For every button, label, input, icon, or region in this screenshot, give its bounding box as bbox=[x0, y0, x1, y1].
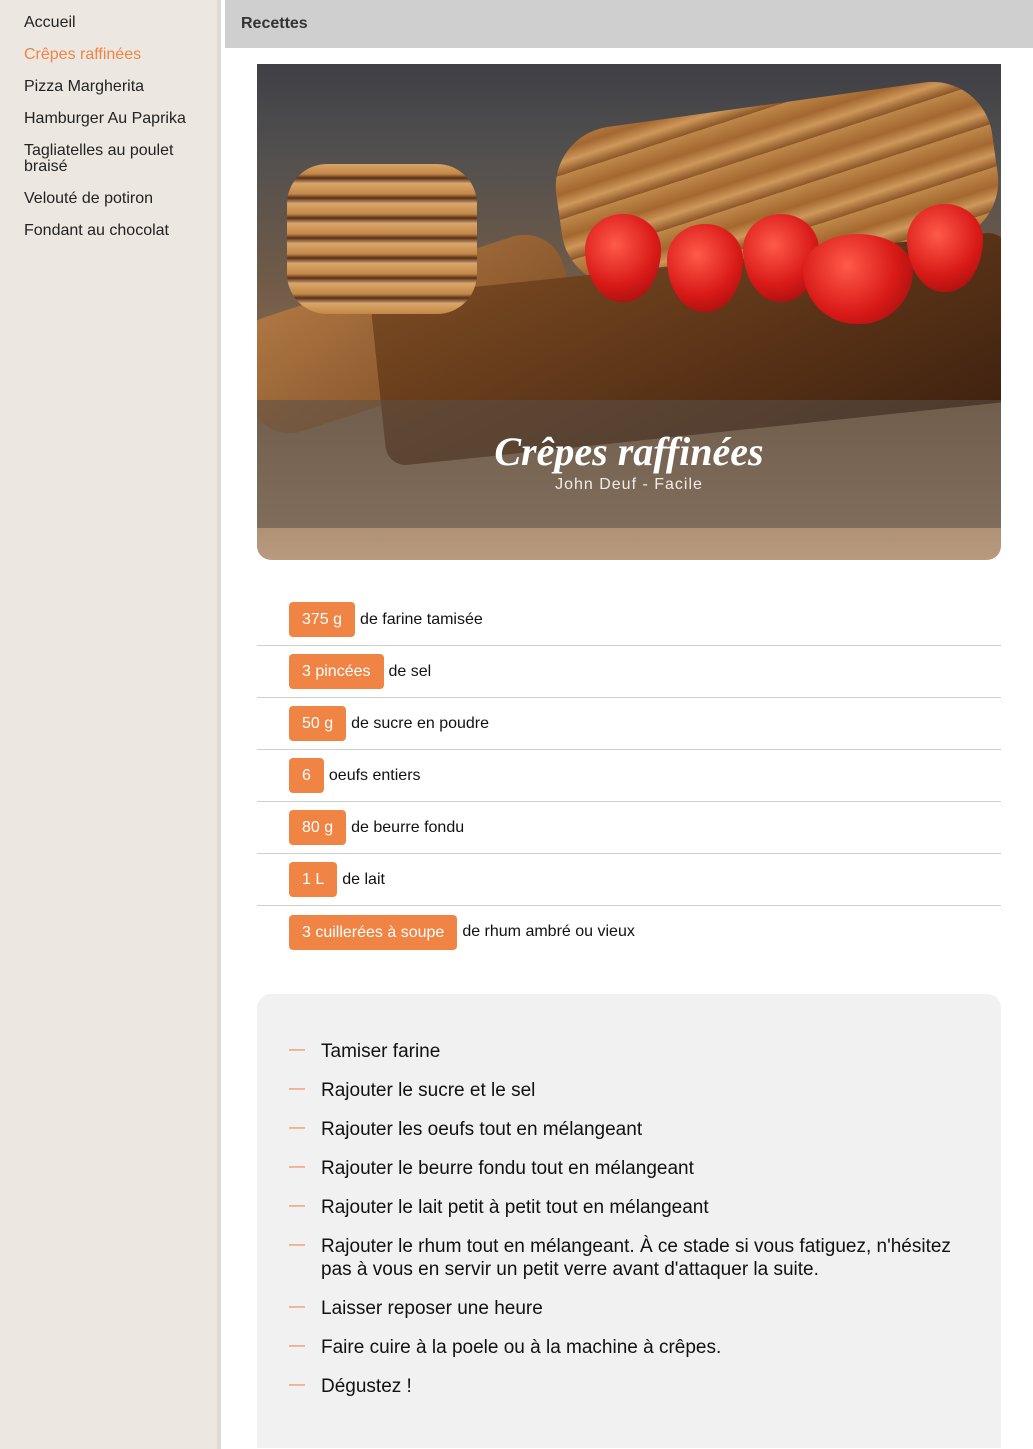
ingredient-quantity-badge: 375 g bbox=[289, 602, 356, 637]
ingredient-quantity-badge: 3 pincées bbox=[289, 654, 384, 689]
dash-icon: — bbox=[289, 1337, 305, 1354]
top-bar: Recettes bbox=[225, 0, 1033, 48]
dash-icon: — bbox=[289, 1119, 305, 1136]
dash-icon: — bbox=[289, 1376, 305, 1393]
ingredient-item: 6 oeufs entiers bbox=[257, 750, 1001, 802]
sidebar-item-tagliatelles[interactable]: Tagliatelles au poulet braisé bbox=[0, 143, 217, 175]
step-item: — Rajouter les oeufs tout en mélangeant bbox=[289, 1118, 969, 1141]
step-text: Tamiser farine bbox=[321, 1041, 441, 1062]
ingredient-quantity-badge: 1 L bbox=[289, 862, 338, 897]
step-item: — Rajouter le sucre et le sel bbox=[289, 1079, 969, 1102]
dash-icon: — bbox=[289, 1158, 305, 1175]
dash-icon: — bbox=[289, 1041, 305, 1058]
ingredient-item: 375 g de farine tamisée bbox=[257, 594, 1001, 646]
step-text: Rajouter le sucre et le sel bbox=[321, 1080, 536, 1101]
step-item: — Faire cuire à la poele ou à la machine … bbox=[289, 1336, 969, 1359]
steps-list: — Tamiser farine — Rajouter le sucre et le… bbox=[289, 1040, 969, 1398]
recipe-author-difficulty: John Deuf - Facile bbox=[555, 476, 703, 493]
sidebar-item-accueil[interactable]: Accueil bbox=[0, 15, 217, 31]
step-text: Dégustez ! bbox=[321, 1376, 412, 1397]
sidebar-item-crepes-raffinees[interactable]: Crêpes raffinées bbox=[0, 47, 217, 63]
ingredient-item: 50 g de sucre en poudre bbox=[257, 698, 1001, 750]
ingredients-list: 375 g de farine tamisée 3 pincées de sel 5… bbox=[257, 594, 1001, 958]
step-item: — Rajouter le beurre fondu tout en mélang… bbox=[289, 1157, 969, 1180]
sidebar-nav: Accueil Crêpes raffinées Pizza Margherit… bbox=[0, 0, 221, 1449]
ingredient-item: 80 g de beurre fondu bbox=[257, 802, 1001, 854]
ingredient-name: de sel bbox=[388, 662, 432, 680]
ingredient-name: de sucre en poudre bbox=[351, 714, 490, 732]
recipe-content: Crêpes raffinées John Deuf - Facile 375 … bbox=[257, 64, 1001, 1448]
ingredient-name: de farine tamisée bbox=[360, 610, 483, 628]
step-text: Rajouter le rhum tout en mélangeant. À c… bbox=[321, 1236, 951, 1280]
ingredient-quantity-badge: 6 bbox=[289, 758, 324, 793]
step-item: — Rajouter le rhum tout en mélangeant. À … bbox=[289, 1235, 969, 1281]
preparation-steps-panel: — Tamiser farine — Rajouter le sucre et le… bbox=[257, 994, 1001, 1448]
step-item: — Tamiser farine bbox=[289, 1040, 969, 1063]
dash-icon: — bbox=[289, 1080, 305, 1097]
ingredient-name: de beurre fondu bbox=[351, 818, 465, 836]
step-text: Rajouter les oeufs tout en mélangeant bbox=[321, 1119, 643, 1140]
ingredient-quantity-badge: 50 g bbox=[289, 706, 347, 741]
step-text: Faire cuire à la poele ou à la machine à… bbox=[321, 1337, 722, 1358]
ingredient-name: oeufs entiers bbox=[328, 766, 421, 784]
ingredient-name: de lait bbox=[342, 870, 385, 888]
step-item: — Laisser reposer une heure bbox=[289, 1297, 969, 1320]
ingredient-quantity-badge: 80 g bbox=[289, 810, 347, 845]
recipe-hero-image: Crêpes raffinées John Deuf - Facile bbox=[257, 64, 1001, 560]
pancake-stack-illustration bbox=[287, 164, 477, 314]
recipe-title: Crêpes raffinées bbox=[494, 429, 764, 474]
ingredient-quantity-badge: 3 cuillerées à soupe bbox=[289, 914, 458, 950]
hero-caption: Crêpes raffinées John Deuf - Facile bbox=[257, 400, 1001, 528]
step-text: Laisser reposer une heure bbox=[321, 1298, 543, 1319]
sidebar-item-pizza-margherita[interactable]: Pizza Margherita bbox=[0, 79, 217, 95]
dash-icon: — bbox=[289, 1298, 305, 1315]
step-text: Rajouter le lait petit à petit tout en m… bbox=[321, 1197, 709, 1218]
ingredient-item: 3 cuillerées à soupe de rhum ambré ou vie… bbox=[257, 906, 1001, 958]
ingredient-item: 1 Lde lait bbox=[257, 854, 1001, 906]
dash-icon: — bbox=[289, 1236, 305, 1253]
dash-icon: — bbox=[289, 1197, 305, 1214]
nav-list: Accueil Crêpes raffinées Pizza Margherit… bbox=[0, 0, 217, 239]
ingredient-item: 3 pincées de sel bbox=[257, 646, 1001, 698]
sidebar-item-hamburger-au-paprika[interactable]: Hamburger Au Paprika bbox=[0, 111, 217, 127]
sidebar-item-veloute-de-potiron[interactable]: Velouté de potiron bbox=[0, 191, 217, 207]
step-item: — Dégustez ! bbox=[289, 1375, 969, 1398]
ingredient-name: de rhum ambré ou vieux bbox=[462, 923, 635, 940]
step-text: Rajouter le beurre fondu tout en mélange… bbox=[321, 1158, 694, 1179]
page-title: Recettes bbox=[241, 15, 308, 32]
step-item: — Rajouter le lait petit à petit tout en … bbox=[289, 1196, 969, 1219]
sidebar-item-fondant-au-chocolat[interactable]: Fondant au chocolat bbox=[0, 223, 217, 239]
